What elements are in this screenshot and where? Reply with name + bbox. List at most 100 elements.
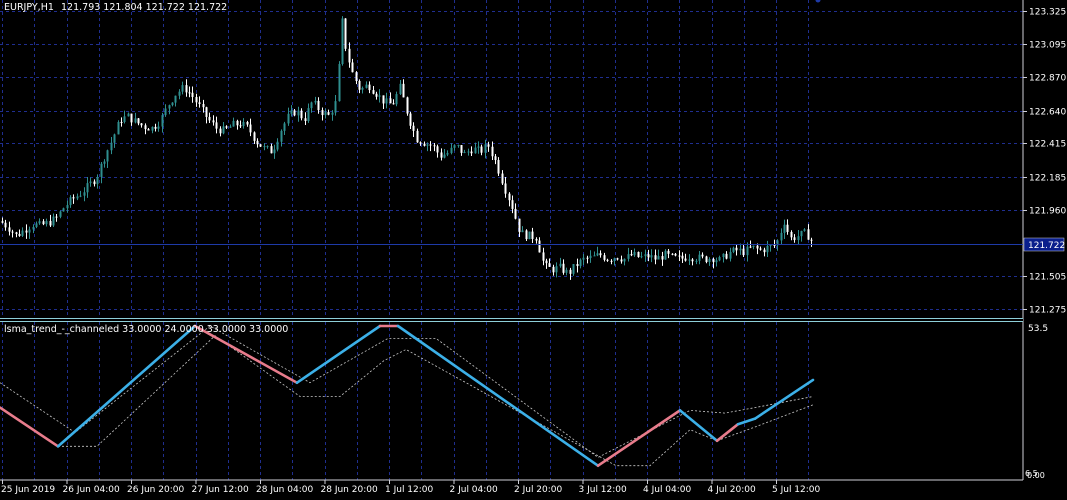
candle-down [531,231,534,239]
candle-up [276,141,279,150]
candle-up [157,126,160,129]
candle-up [117,121,120,135]
candle-up [589,255,592,259]
candle-down [49,220,52,226]
candles [1,16,813,280]
candle-up [168,105,171,109]
candle-down [137,118,140,124]
candle-up [174,95,177,103]
candle-down [807,229,810,240]
candle-up [596,253,599,256]
candle-down [375,93,378,97]
candle-up [446,153,449,155]
candle-up [35,223,38,227]
trend-segment-down [715,422,740,443]
candle-up [178,91,181,96]
candle-down [548,263,551,267]
candle-up [766,245,769,253]
candle-down [239,125,242,127]
candle-down [661,256,664,260]
candle-down [72,197,75,199]
candle-down [55,216,58,218]
candle-down [654,255,657,260]
candle-up [28,229,31,233]
chart-window[interactable]: 123.325 123.095 122.870 122.640 122.415 122.1… [0,0,1067,496]
candle-down [562,263,565,273]
candle-down [208,116,211,121]
candle-up [565,269,568,273]
candle-down [470,151,473,154]
candle-down [154,126,157,129]
candle-down [382,95,385,104]
candle-up [324,112,327,116]
candle-up [746,246,749,256]
candle-up [657,256,660,260]
y-tick-label: 122.640 [1029,108,1066,118]
candle-down [18,233,21,236]
candle-down [355,72,358,81]
candle-down [491,146,494,157]
candle-up [96,176,99,185]
candle-up [66,205,69,209]
y-tick-label: 121.275 [1029,306,1066,316]
candle-up [555,266,558,273]
x-tick-label: 25 Jun 2019 [1,485,55,495]
candle-down [358,80,361,90]
candle-down [130,113,133,123]
candle-up [664,250,667,260]
candle-down [674,253,677,256]
candle-down [372,90,375,94]
candle-up [572,264,575,274]
candle-down [616,258,619,260]
candle-down [15,232,18,234]
candle-up [287,113,290,124]
candle-up [106,150,109,162]
candle-up [797,236,800,241]
candle-down [205,107,208,117]
candle-down [705,256,708,263]
trend-segment-up [678,409,719,443]
x-tick-label: 4 Jul 04:00 [643,485,692,495]
x-tick-label: 26 Jun 20:00 [127,485,184,495]
candle-up [365,84,368,88]
candle-down [735,247,738,251]
candle-up [59,211,62,217]
trend-segment-down [596,409,682,468]
candle-up [732,247,735,252]
candle-down [637,251,640,257]
candle-up [426,144,429,146]
candle-up [385,98,388,104]
candle-up [484,144,487,153]
candle-down [535,238,538,241]
candle-down [480,146,483,153]
candle-up [708,259,711,263]
candle-up [559,263,562,267]
candle-down [1,221,4,223]
candle-up [722,253,725,258]
x-tick-label: 27 Jun 12:00 [192,485,249,495]
y-tick-label: 122.415 [1029,140,1066,150]
candle-down [253,132,256,141]
candle-down [246,122,249,125]
candle-down [191,92,194,98]
candle-up [134,118,137,123]
x-tick-label: 4 Jul 20:00 [708,485,757,495]
candle-down [440,152,443,158]
candle-up [593,255,596,257]
candle-down [321,110,324,116]
candle-down [487,144,490,147]
candle-down [198,102,201,105]
candle-down [188,92,191,94]
candle-down [42,221,45,225]
candle-down [402,83,405,98]
indicator-scale-top: 53.5 [1028,324,1048,334]
candle-up [242,122,245,127]
chart-canvas[interactable]: 123.325 123.095 122.870 122.640 122.415 122.1… [0,0,1067,496]
indicator-scale-bottom: 0.00 [1027,471,1045,480]
candle-up [443,154,446,158]
y-tick-label: 121.505 [1029,273,1066,283]
candle-down [610,260,613,262]
lower-channel-line [58,335,814,467]
trend-segment-up [753,378,815,420]
candle-down [552,266,555,273]
